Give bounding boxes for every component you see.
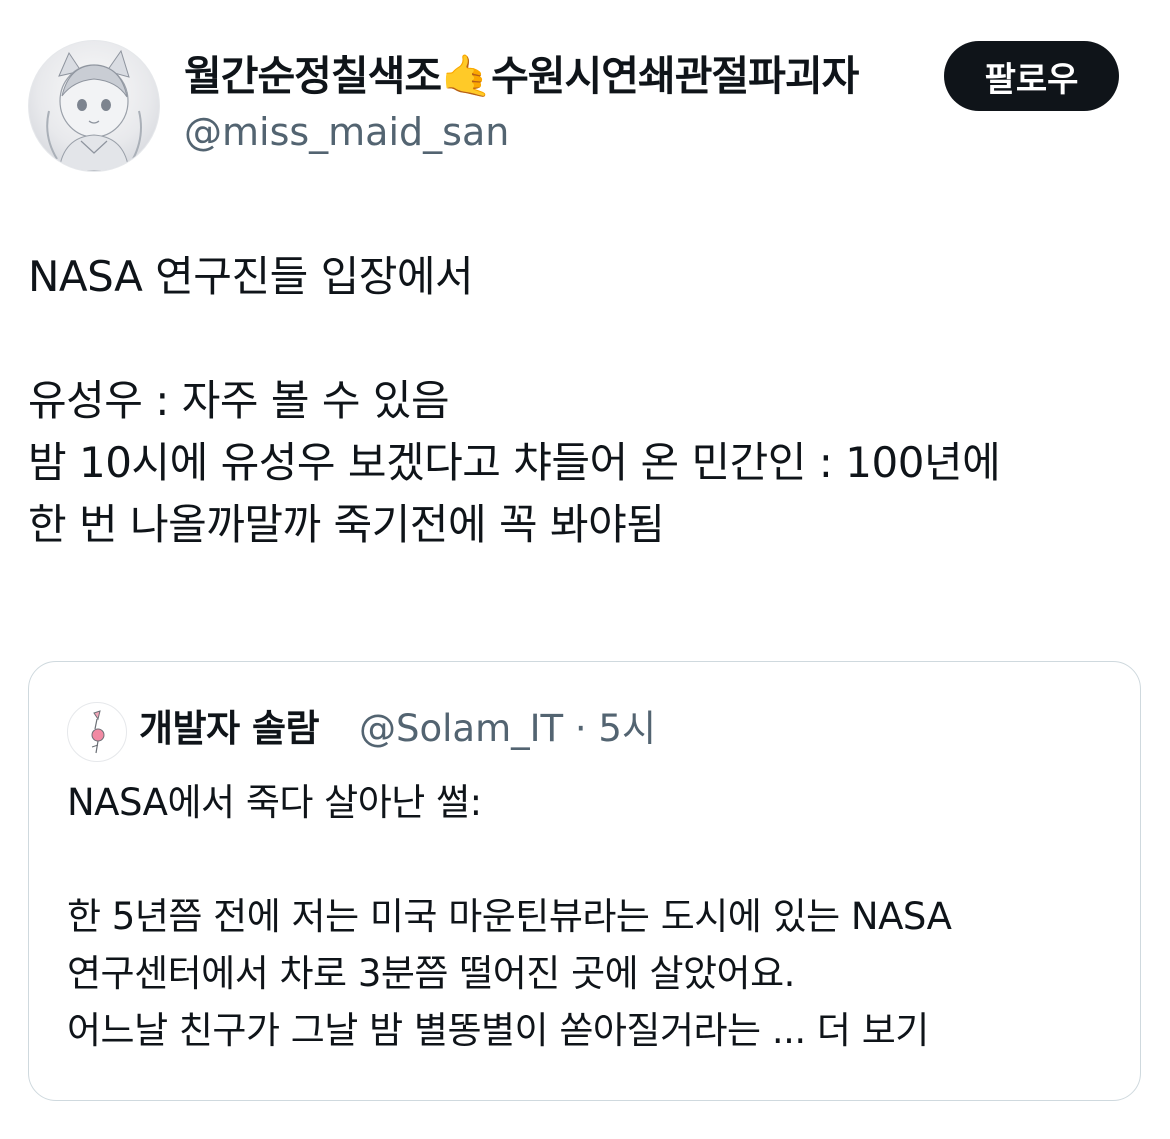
quoted-author-avatar[interactable] [67,702,127,762]
follow-button[interactable]: 팔로우 [944,41,1119,111]
tweet-line: 한 번 나올까말까 죽기전에 꼭 봐야됨 [28,500,665,549]
tweet-text: NASA 연구진들 입장에서 유성우 : 자주 볼 수 있음 밤 10시에 유성… [28,246,1138,556]
tweet-line: 밤 10시에 유성우 보겠다고 챠들어 온 민간인 : 100년에 [28,438,1001,487]
anime-maid-avatar-icon [46,49,142,171]
quoted-line-text: 어느날 친구가 그날 밤 별똥별이 쏟아질거라는 ... [67,1009,806,1052]
quoted-line: NASA에서 죽다 살아난 썰: [67,781,482,824]
author-display-name[interactable]: 월간순정칠색조🤙수원시연쇄관절파괴자 [184,50,859,102]
quoted-line-last: 어느날 친구가 그날 밤 별똥별이 쏟아질거라는 ... 더 보기 [67,1002,1117,1059]
quoted-line: 한 5년쯤 전에 저는 미국 마운틴뷰라는 도시에 있는 NASA [67,895,952,938]
tweet-line: NASA 연구진들 입장에서 [28,252,474,301]
quoted-line: 연구센터에서 차로 3분쯤 떨어진 곳에 살았어요. [67,952,795,995]
tweet-line: 유성우 : 자주 볼 수 있음 [28,376,450,425]
quoted-tweet-card[interactable]: 개발자 솔람 @Solam_IT · 5시 NASA에서 죽다 살아난 썰: 한… [28,661,1141,1101]
quoted-author-meta: @Solam_IT · 5시 [359,707,656,750]
show-more-link[interactable]: 더 보기 [817,1009,929,1052]
pink-bird-avatar-icon [91,710,105,754]
quoted-tweet-text: NASA에서 죽다 살아난 썰: 한 5년쯤 전에 저는 미국 마운틴뷰라는 도… [67,774,1117,1059]
author-handle[interactable]: @miss_maid_san [184,108,509,156]
quoted-blank-line [67,831,1117,888]
tweet-detail: 월간순정칠색조🤙수원시연쇄관절파괴자 @miss_maid_san 팔로우 NA… [0,0,1170,1139]
quoted-author-name[interactable]: 개발자 솔람 [139,705,320,753]
author-avatar[interactable] [28,40,160,172]
